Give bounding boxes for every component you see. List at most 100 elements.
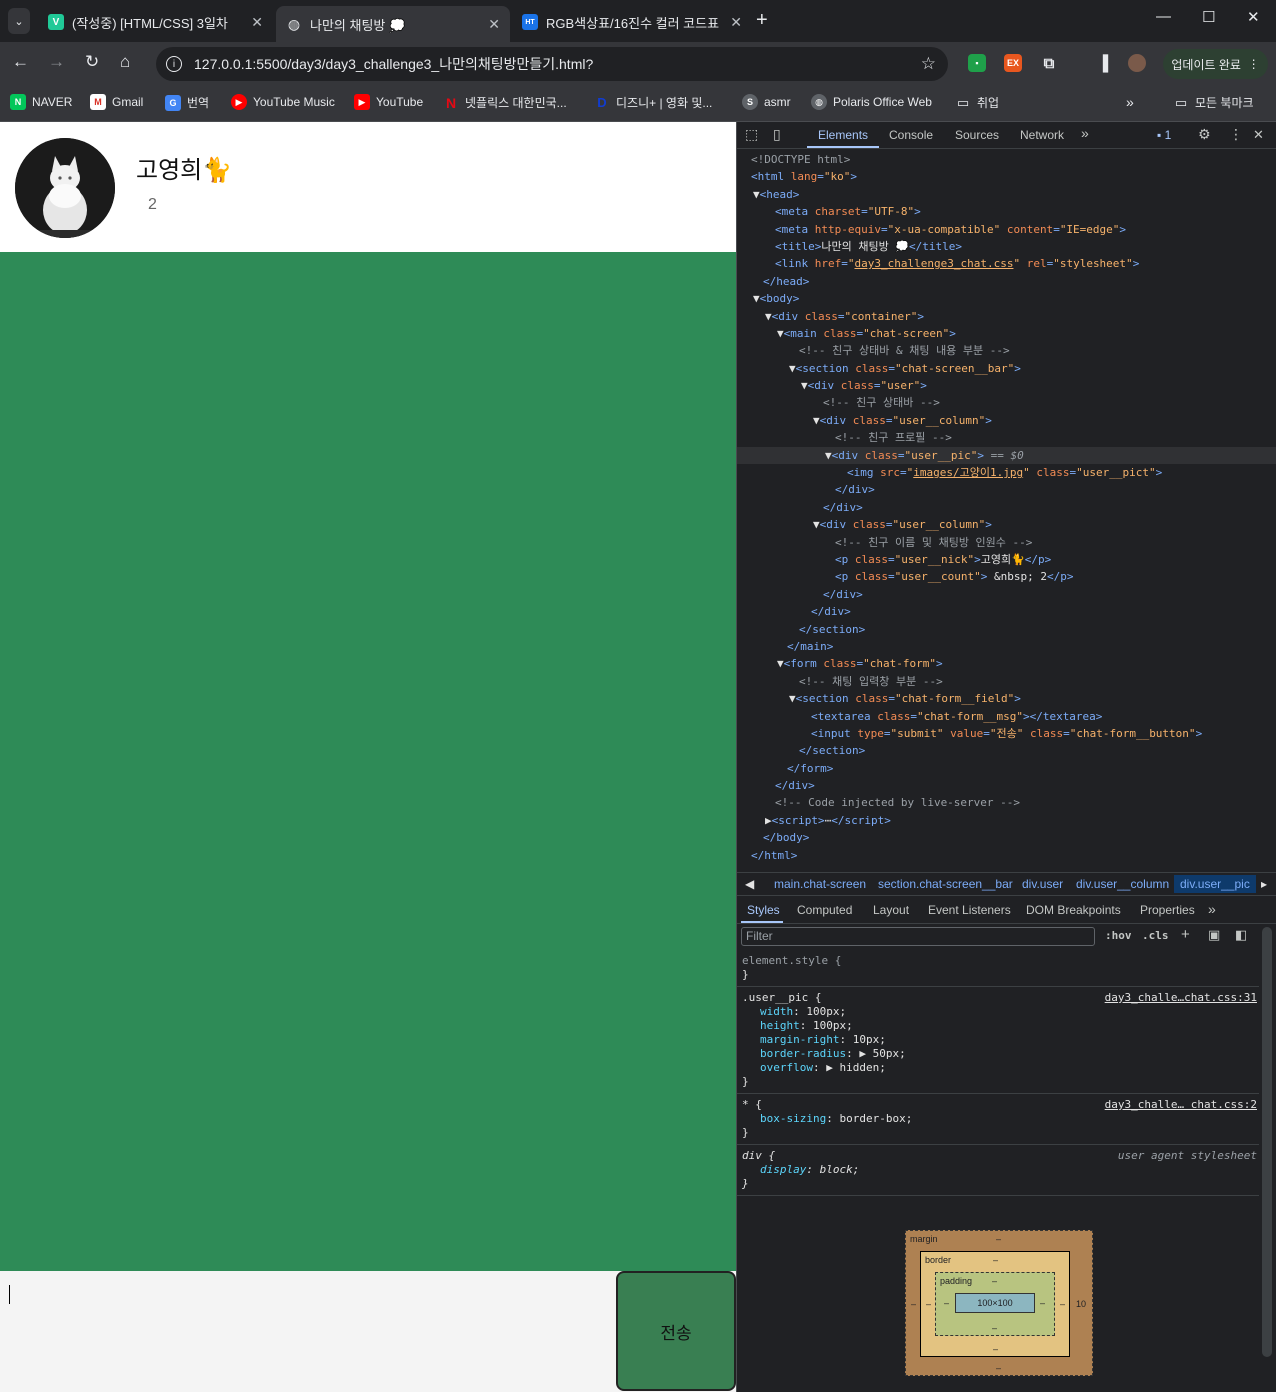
- maximize-icon[interactable]: ☐: [1202, 8, 1215, 26]
- bookmark-translate[interactable]: G 번역: [165, 94, 209, 111]
- bookmark-asmr[interactable]: Sasmr: [742, 94, 791, 110]
- dom-line[interactable]: </div>: [737, 586, 1276, 603]
- side-panel-icon[interactable]: ▐: [1094, 54, 1112, 72]
- dom-line[interactable]: <img src="images/고양이1.jpg" class="user__…: [737, 464, 1276, 481]
- home-icon[interactable]: ⌂: [120, 52, 130, 72]
- dom-line[interactable]: <!-- Code injected by live-server -->: [737, 794, 1276, 811]
- bookmark-star-icon[interactable]: ☆: [921, 54, 936, 74]
- dom-line[interactable]: </div>: [737, 499, 1276, 516]
- bookmark-youtube[interactable]: ▶ YouTube: [354, 94, 423, 110]
- dom-line[interactable]: ▼<div class="user__column">: [737, 516, 1276, 533]
- bookmark-naver[interactable]: N NAVER: [10, 94, 72, 110]
- dom-line[interactable]: ▼<head>: [737, 186, 1276, 203]
- dom-line[interactable]: ▶<script>⋯</script>: [737, 812, 1276, 829]
- dom-line[interactable]: </body>: [737, 829, 1276, 846]
- dom-line[interactable]: </section>: [737, 621, 1276, 638]
- close-devtools-icon[interactable]: ✕: [1253, 127, 1264, 143]
- bookmark-youtube-music[interactable]: ▶ YouTube Music: [231, 94, 335, 110]
- dom-tree[interactable]: <!DOCTYPE html> <html lang="ko"> ▼<head>…: [737, 151, 1276, 868]
- close-icon[interactable]: ✕: [488, 16, 500, 33]
- dom-line[interactable]: <input type="submit" value="전송" class="c…: [737, 725, 1276, 742]
- dom-line[interactable]: ▼<div class="container">: [737, 308, 1276, 325]
- box-model-border[interactable]: border – – – – padding – – – – 100×100: [920, 1251, 1070, 1357]
- tab-search-button[interactable]: ⌄: [8, 8, 30, 34]
- tab-computed[interactable]: Computed: [797, 903, 852, 917]
- dom-line[interactable]: </div>: [737, 777, 1276, 794]
- extension-icon[interactable]: ▪: [968, 54, 986, 72]
- cls-toggle[interactable]: .cls: [1142, 929, 1169, 942]
- dom-line[interactable]: <!DOCTYPE html>: [737, 151, 1276, 168]
- tab-chat[interactable]: ◍ 나만의 채팅방 💭 ✕: [276, 6, 510, 42]
- new-tab-button[interactable]: +: [756, 9, 768, 32]
- css-property[interactable]: overflow: ▶ hidden;: [742, 1061, 1255, 1075]
- tab-event-listeners[interactable]: Event Listeners: [928, 903, 1011, 917]
- box-model-content[interactable]: 100×100: [955, 1293, 1035, 1313]
- bookmark-netflix[interactable]: N 넷플릭스 대한민국...: [443, 94, 567, 111]
- dom-line[interactable]: </form>: [737, 760, 1276, 777]
- extension-icon[interactable]: EX: [1004, 54, 1022, 72]
- profile-avatar[interactable]: [1128, 54, 1146, 72]
- dom-line[interactable]: ▼<body>: [737, 290, 1276, 307]
- breadcrumb-item[interactable]: main.chat-screen: [774, 877, 866, 891]
- tab-layout[interactable]: Layout: [873, 903, 909, 917]
- dom-line[interactable]: <!-- 친구 상태바 -->: [737, 394, 1276, 411]
- breadcrumb-item[interactable]: section.chat-screen__bar: [878, 877, 1013, 891]
- puzzle-icon[interactable]: ⧉: [1040, 54, 1058, 72]
- update-button[interactable]: 업데이트 완료 ⋮: [1163, 49, 1268, 79]
- css-property[interactable]: width: 100px;: [742, 1005, 1255, 1019]
- tab-elements[interactable]: Elements: [818, 128, 868, 142]
- dom-line[interactable]: ▼<form class="chat-form">: [737, 655, 1276, 672]
- css-property[interactable]: height: 100px;: [742, 1019, 1255, 1033]
- dom-line[interactable]: </section>: [737, 742, 1276, 759]
- dom-line[interactable]: <meta charset="UTF-8">: [737, 203, 1276, 220]
- tab-styles[interactable]: Styles: [747, 903, 780, 917]
- rule-element-style[interactable]: element.style { }: [737, 950, 1259, 987]
- sidebar-toggle-icon[interactable]: ◧: [1235, 927, 1247, 943]
- dom-line[interactable]: ▼<div class="user">: [737, 377, 1276, 394]
- more-bookmarks-icon[interactable]: »: [1126, 94, 1134, 110]
- bookmark-disney[interactable]: D 디즈니+ | 영화 및...: [594, 94, 712, 111]
- dom-line[interactable]: ▼<main class="chat-screen">: [737, 325, 1276, 342]
- dom-line[interactable]: </main>: [737, 638, 1276, 655]
- dom-line[interactable]: ▼<div class="user__column">: [737, 412, 1276, 429]
- dom-line[interactable]: <!-- 친구 이름 및 채팅방 인원수 -->: [737, 534, 1276, 551]
- rule-source-link[interactable]: day3_challe…chat.css:31: [1105, 991, 1257, 1005]
- tab-network[interactable]: Network: [1020, 128, 1064, 142]
- bookmark-gmail[interactable]: M Gmail: [90, 94, 143, 110]
- dom-line[interactable]: </div>: [737, 603, 1276, 620]
- paint-icon[interactable]: ▣: [1208, 927, 1220, 943]
- breadcrumb-item[interactable]: div.user__column: [1076, 877, 1169, 891]
- bookmark-folder-jobs[interactable]: ▭ 취업: [955, 94, 999, 111]
- breadcrumb-scroll-left-icon[interactable]: ◀: [745, 877, 754, 891]
- rule-user-pic[interactable]: day3_challe…chat.css:31 .user__pic { wid…: [737, 987, 1259, 1094]
- box-model-padding[interactable]: padding – – – – 100×100: [935, 1272, 1055, 1336]
- css-property[interactable]: border-radius: ▶ 50px;: [742, 1047, 1255, 1061]
- styles-filter-input[interactable]: Filter: [741, 927, 1095, 946]
- address-bar[interactable]: i 127.0.0.1:5500/day3/day3_challenge3_나만…: [156, 47, 948, 81]
- all-bookmarks-folder[interactable]: ▭ 모든 북마크: [1173, 94, 1254, 111]
- dom-line[interactable]: <title>나만의 채팅방 💭</title>: [737, 238, 1276, 255]
- bookmark-polaris[interactable]: ◍ Polaris Office Web: [811, 94, 932, 110]
- breadcrumb-item-active[interactable]: div.user__pic: [1174, 875, 1256, 893]
- issues-badge[interactable]: ▪ 1: [1157, 128, 1171, 142]
- close-icon[interactable]: ✕: [251, 14, 263, 31]
- more-tabs-icon[interactable]: »: [1081, 125, 1089, 141]
- dom-line[interactable]: <!-- 채팅 입력창 부분 -->: [737, 673, 1276, 690]
- reload-icon[interactable]: ↻: [85, 52, 99, 72]
- dom-line[interactable]: </html>: [737, 847, 1276, 864]
- dom-line[interactable]: ▼<section class="chat-screen__bar">: [737, 360, 1276, 377]
- tab-console[interactable]: Console: [889, 128, 933, 142]
- url-text[interactable]: 127.0.0.1:5500/day3/day3_challenge3_나만의채…: [194, 54, 593, 74]
- dom-line-selected[interactable]: ▼<div class="user__pic"> == $0: [737, 446, 1276, 465]
- tab-rgb[interactable]: HT RGB색상표/16진수 컬러 코드표 ✕: [512, 6, 752, 38]
- rule-div-ua[interactable]: user agent stylesheet div { display: blo…: [737, 1145, 1259, 1196]
- tab-properties[interactable]: Properties: [1140, 903, 1195, 917]
- dom-line[interactable]: </div>: [737, 481, 1276, 498]
- dom-line[interactable]: <!-- 친구 프로필 -->: [737, 429, 1276, 446]
- dom-line[interactable]: <meta http-equiv="x-ua-compatible" conte…: [737, 221, 1276, 238]
- kebab-menu-icon[interactable]: ⋮: [1229, 126, 1243, 143]
- tab-sources[interactable]: Sources: [955, 128, 999, 142]
- rule-universal[interactable]: day3_challe… chat.css:2 * { box-sizing: …: [737, 1094, 1259, 1145]
- tab-writing[interactable]: V (작성중) [HTML/CSS] 3일차 ✕: [38, 6, 273, 38]
- css-property[interactable]: box-sizing: border-box;: [742, 1112, 1255, 1126]
